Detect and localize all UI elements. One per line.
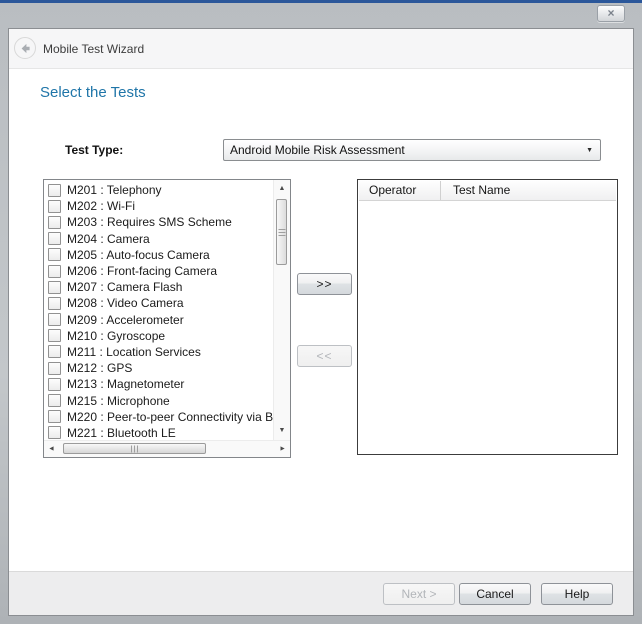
test-list-item-label: M205 : Auto-focus Camera [67,248,210,262]
test-list-item-label: M210 : Gyroscope [67,329,165,343]
test-checkbox[interactable] [48,378,61,391]
test-type-dropdown[interactable]: Android Mobile Risk Assessment ▼ [223,139,601,161]
test-checkbox[interactable] [48,362,61,375]
test-list-item[interactable]: M220 : Peer-to-peer Connectivity via Blu… [44,409,273,425]
close-icon[interactable]: × [597,5,625,22]
scroll-up-icon[interactable]: ▲ [274,184,290,194]
test-list-item-label: M206 : Front-facing Camera [67,264,217,278]
mobile-test-wizard-dialog: Mobile Test Wizard Select the Tests Test… [8,28,634,616]
chevron-down-icon: ▼ [586,147,593,154]
back-button[interactable] [14,37,36,59]
page-title: Select the Tests [40,84,146,101]
test-list-item-label: M212 : GPS [67,361,132,375]
test-type-label: Test Type: [65,143,123,157]
test-list-item[interactable]: M201 : Telephony [44,182,273,198]
test-checkbox[interactable] [48,329,61,342]
test-list-item-label: M207 : Camera Flash [67,280,182,294]
test-checkbox[interactable] [48,248,61,261]
test-checkbox[interactable] [48,281,61,294]
test-list-item[interactable]: M204 : Camera [44,231,273,247]
test-list-item-label: M221 : Bluetooth LE [67,426,176,440]
wizard-header: Mobile Test Wizard [9,29,633,69]
help-button[interactable]: Help [541,583,613,605]
test-list-item[interactable]: M215 : Microphone [44,392,273,408]
window: × Mobile Test Wizard Select the Tests Te… [0,0,642,624]
horizontal-scrollbar[interactable]: ◄ ► [44,440,290,457]
test-list-item[interactable]: M210 : Gyroscope [44,328,273,344]
test-list-item-label: M211 : Location Services [67,345,201,359]
test-list-item-label: M220 : Peer-to-peer Connectivity via Blu… [67,410,273,424]
test-list-item[interactable]: M221 : Bluetooth LE [44,425,273,440]
test-list-item-label: M209 : Accelerometer [67,313,184,327]
test-list-item[interactable]: M207 : Camera Flash [44,279,273,295]
test-list-item[interactable]: M208 : Video Camera [44,295,273,311]
window-top-accent [0,0,642,3]
column-header-operator[interactable]: Operator [359,181,441,200]
test-list-item-label: M208 : Video Camera [67,296,184,310]
vertical-scrollbar-thumb[interactable] [276,199,287,265]
test-list-item[interactable]: M206 : Front-facing Camera [44,263,273,279]
test-checkbox[interactable] [48,345,61,358]
test-checkbox[interactable] [48,265,61,278]
available-tests-list: M201 : Telephony M202 : Wi-Fi M203 : Requi… [44,180,273,440]
test-list-item-label: M215 : Microphone [67,394,170,408]
test-checkbox[interactable] [48,232,61,245]
test-checkbox[interactable] [48,184,61,197]
scroll-right-icon[interactable]: ► [279,446,286,453]
test-list-item-label: M204 : Camera [67,232,150,246]
test-list-item[interactable]: M205 : Auto-focus Camera [44,247,273,263]
test-checkbox[interactable] [48,394,61,407]
vertical-scrollbar[interactable]: ▲ ▼ [273,180,290,440]
scroll-left-icon[interactable]: ◄ [48,446,55,453]
selected-tests-table-header: Operator Test Name [359,181,616,201]
test-list-item[interactable]: M212 : GPS [44,360,273,376]
test-checkbox[interactable] [48,200,61,213]
horizontal-scrollbar-thumb[interactable] [63,443,206,454]
test-list-item[interactable]: M209 : Accelerometer [44,312,273,328]
test-list-item[interactable]: M202 : Wi-Fi [44,198,273,214]
remove-tests-button[interactable]: << [297,345,352,367]
test-type-selected-value: Android Mobile Risk Assessment [230,143,405,157]
test-list-item[interactable]: M203 : Requires SMS Scheme [44,214,273,230]
available-tests-listbox: M201 : Telephony M202 : Wi-Fi M203 : Requi… [43,179,291,458]
test-checkbox[interactable] [48,216,61,229]
test-list-item-label: M201 : Telephony [67,183,162,197]
test-list-item-label: M202 : Wi-Fi [67,199,135,213]
cancel-button[interactable]: Cancel [459,583,531,605]
back-arrow-icon [20,43,31,54]
column-header-test-name[interactable]: Test Name [441,181,616,200]
test-list-item[interactable]: M213 : Magnetometer [44,376,273,392]
test-checkbox[interactable] [48,410,61,423]
test-checkbox[interactable] [48,426,61,439]
test-checkbox[interactable] [48,297,61,310]
selected-tests-table: Operator Test Name [357,179,618,455]
test-list-item-label: M203 : Requires SMS Scheme [67,215,232,229]
test-list-item-label: M213 : Magnetometer [67,377,184,391]
test-list-item[interactable]: M211 : Location Services [44,344,273,360]
footer: Next > Cancel Help [9,571,633,615]
wizard-title: Mobile Test Wizard [43,42,144,56]
next-button[interactable]: Next > [383,583,455,605]
add-tests-button[interactable]: >> [297,273,352,295]
scroll-down-icon[interactable]: ▼ [274,426,290,436]
test-checkbox[interactable] [48,313,61,326]
